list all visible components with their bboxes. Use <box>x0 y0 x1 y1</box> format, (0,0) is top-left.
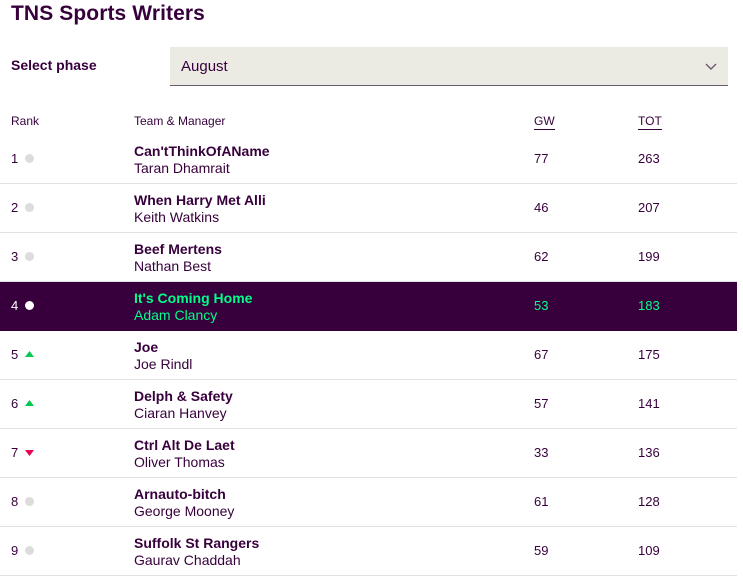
chevron-down-icon <box>705 63 717 70</box>
row-gw: 33 <box>534 445 549 460</box>
movement-up-icon <box>25 351 34 357</box>
row-rank: 5 <box>11 347 19 362</box>
phase-select-value: August <box>181 57 228 75</box>
header-tot[interactable]: TOT <box>638 114 662 130</box>
table-row[interactable]: 3 Beef Mertens Nathan Best 62 199 <box>0 233 737 282</box>
team-name[interactable]: Arnauto-bitch <box>134 486 226 502</box>
row-rank: 4 <box>11 298 19 313</box>
row-tot: 136 <box>638 445 660 460</box>
phase-label: Select phase <box>11 57 97 73</box>
manager-name: Gaurav Chaddah <box>134 552 241 568</box>
row-tot: 183 <box>638 298 660 313</box>
row-gw: 62 <box>534 249 549 264</box>
row-rank: 6 <box>11 396 19 411</box>
header-rank: Rank <box>11 114 40 128</box>
page-title: TNS Sports Writers <box>11 2 205 25</box>
table-row-current-user[interactable]: 4 It's Coming Home Adam Clancy 53 183 <box>0 282 737 331</box>
table-row[interactable]: 2 When Harry Met Alli Keith Watkins 46 2… <box>0 184 737 233</box>
row-rank: 3 <box>11 249 19 264</box>
row-gw: 77 <box>534 151 549 166</box>
manager-name: Ciaran Hanvey <box>134 405 227 421</box>
row-tot: 128 <box>638 494 660 509</box>
row-gw: 67 <box>534 347 549 362</box>
row-tot: 207 <box>638 200 660 215</box>
row-rank: 7 <box>11 445 19 460</box>
manager-name: Adam Clancy <box>134 307 218 323</box>
phase-select[interactable]: August <box>170 47 728 86</box>
header-team-manager: Team & Manager <box>134 114 226 128</box>
manager-name: Joe Rindl <box>134 356 193 372</box>
row-tot: 263 <box>638 151 660 166</box>
row-rank: 9 <box>11 543 19 558</box>
movement-down-icon <box>25 450 34 456</box>
manager-name: Keith Watkins <box>134 209 220 225</box>
manager-name: Taran Dhamrait <box>134 160 230 176</box>
table-row[interactable]: 5 Joe Joe Rindl 67 175 <box>0 331 737 380</box>
table-header: Rank Team & Manager GW TOT <box>0 112 737 134</box>
row-gw: 53 <box>534 298 549 313</box>
standings-table: 1 Can'tThinkOfAName Taran Dhamrait 77 26… <box>0 135 737 576</box>
team-name[interactable]: When Harry Met Alli <box>134 192 266 208</box>
table-row[interactable]: 9 Suffolk St Rangers Gaurav Chaddah 59 1… <box>0 527 737 576</box>
manager-name: Nathan Best <box>134 258 212 274</box>
movement-same-icon <box>25 497 34 506</box>
manager-name: George Mooney <box>134 503 235 519</box>
row-tot: 141 <box>638 396 660 411</box>
row-rank: 1 <box>11 151 19 166</box>
table-row[interactable]: 6 Delph & Safety Ciaran Hanvey 57 141 <box>0 380 737 429</box>
movement-same-icon <box>25 154 34 163</box>
team-name[interactable]: Beef Mertens <box>134 241 222 257</box>
movement-same-icon <box>25 301 34 310</box>
movement-same-icon <box>25 203 34 212</box>
row-gw: 61 <box>534 494 549 509</box>
team-name[interactable]: Joe <box>134 339 158 355</box>
row-gw: 46 <box>534 200 549 215</box>
row-rank: 8 <box>11 494 19 509</box>
team-name[interactable]: Suffolk St Rangers <box>134 535 259 551</box>
movement-same-icon <box>25 546 34 555</box>
row-gw: 59 <box>534 543 549 558</box>
table-row[interactable]: 8 Arnauto-bitch George Mooney 61 128 <box>0 478 737 527</box>
row-tot: 175 <box>638 347 660 362</box>
team-name[interactable]: Delph & Safety <box>134 388 233 404</box>
header-gw[interactable]: GW <box>534 114 555 130</box>
team-name[interactable]: It's Coming Home <box>134 290 252 306</box>
row-gw: 57 <box>534 396 549 411</box>
team-name[interactable]: Ctrl Alt De Laet <box>134 437 235 453</box>
table-row[interactable]: 1 Can'tThinkOfAName Taran Dhamrait 77 26… <box>0 135 737 184</box>
table-row[interactable]: 7 Ctrl Alt De Laet Oliver Thomas 33 136 <box>0 429 737 478</box>
team-name[interactable]: Can'tThinkOfAName <box>134 143 270 159</box>
movement-up-icon <box>25 400 34 406</box>
row-rank: 2 <box>11 200 19 215</box>
row-tot: 109 <box>638 543 660 558</box>
movement-same-icon <box>25 252 34 261</box>
manager-name: Oliver Thomas <box>134 454 225 470</box>
row-tot: 199 <box>638 249 660 264</box>
